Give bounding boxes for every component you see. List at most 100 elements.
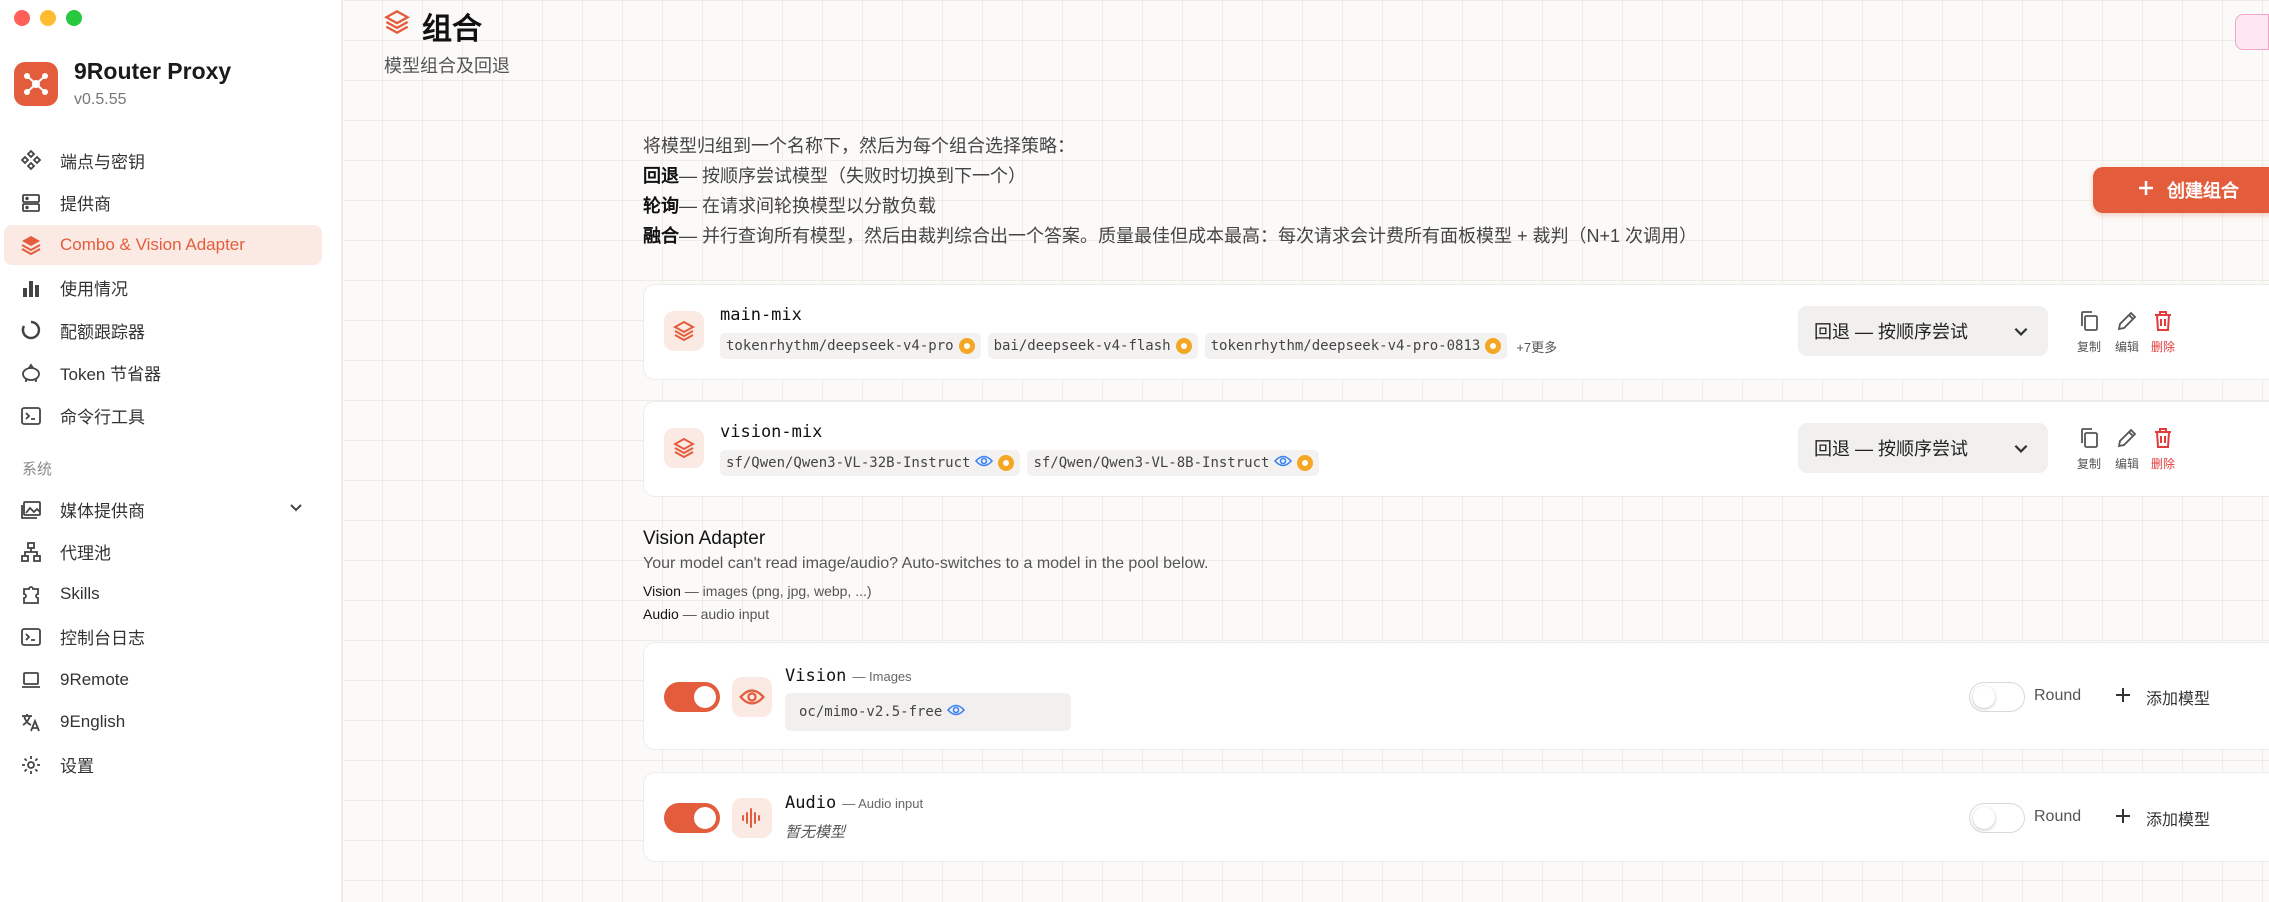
provider-badge-icon	[1297, 455, 1314, 471]
copy-button[interactable]: 复制	[2069, 309, 2109, 355]
piggy-bank-icon	[18, 360, 44, 386]
trash-icon	[2151, 426, 2175, 453]
sidebar-item-9english[interactable]: 9English	[4, 702, 322, 742]
chevron-down-icon	[2012, 439, 2030, 462]
strategy-intro: 将模型归组到一个名称下，然后为每个组合选择策略： 回退— 按顺序尝试模型（失败时…	[643, 131, 1697, 251]
delete-button[interactable]: 删除	[2143, 426, 2183, 472]
model-chip[interactable]: tokenrhythm/deepseek-v4-pro-0813	[1204, 333, 1508, 359]
combo-model-list: tokenrhythm/deepseek-v4-pro bai/deepseek…	[720, 333, 1557, 359]
sidebar-item-label: 命令行工具	[60, 408, 145, 428]
strategy-value: 回退 — 按顺序尝试	[1814, 322, 1969, 342]
adapter-name-text: Audio	[785, 793, 837, 813]
plus-icon	[2114, 807, 2132, 830]
model-chip-label: oc/mimo-v2.5-free	[799, 704, 943, 720]
providers-icon	[18, 190, 44, 216]
maximize-window-button[interactable]	[66, 10, 82, 26]
strategy-select[interactable]: 回退 — 按顺序尝试	[1798, 306, 2048, 356]
model-chip[interactable]: bai/deepseek-v4-flash	[987, 333, 1198, 359]
combo-card: main-mix tokenrhythm/deepseek-v4-pro bai…	[643, 284, 2269, 380]
combo-model-list: sf/Qwen/Qwen3-VL-32B-Instruct sf/Qwen/Qw…	[720, 450, 1320, 476]
corner-action-button[interactable]	[2235, 14, 2269, 50]
eye-icon	[1274, 454, 1293, 472]
model-chip[interactable]: sf/Qwen/Qwen3-VL-32B-Instruct	[720, 450, 1021, 476]
audio-round-toggle[interactable]	[1969, 803, 2025, 833]
sidebar-item-quota[interactable]: 配额跟踪器	[4, 310, 322, 350]
sidebar-item-label: 9English	[60, 712, 126, 732]
sidebar-item-endpoints[interactable]: 端点与密钥	[4, 140, 322, 180]
model-chip-label: tokenrhythm/deepseek-v4-pro-0813	[1210, 338, 1481, 354]
laptop-icon	[18, 667, 44, 693]
vision-model-pool: oc/mimo-v2.5-free	[785, 693, 1071, 731]
audio-desc: — audio input	[678, 606, 770, 622]
brand: 9Router Proxy v0.5.55	[14, 58, 231, 109]
sidebar: 9Router Proxy v0.5.55 端点与密钥 提供商 Combo & …	[0, 0, 342, 902]
provider-badge-icon	[998, 455, 1015, 471]
sidebar-item-skills[interactable]: Skills	[4, 574, 322, 614]
plus-icon	[2114, 686, 2132, 709]
audio-round-label: Round	[2034, 808, 2082, 825]
close-window-button[interactable]	[14, 10, 30, 26]
fusion-term: 融合	[643, 226, 679, 246]
sidebar-item-media[interactable]: 媒体提供商	[4, 489, 322, 529]
console-icon	[18, 624, 44, 650]
model-chip[interactable]: tokenrhythm/deepseek-v4-pro	[720, 333, 981, 359]
sidebar-item-providers[interactable]: 提供商	[4, 183, 322, 223]
page-title: 组合	[383, 4, 510, 48]
strategy-value: 回退 — 按顺序尝试	[1814, 439, 1969, 459]
create-combo-button[interactable]: 创建组合	[2093, 167, 2269, 213]
pencil-icon	[2115, 309, 2139, 336]
chevron-down-icon[interactable]	[288, 499, 304, 520]
edit-button[interactable]: 编辑	[2107, 426, 2147, 472]
vision-round-toggle[interactable]	[1969, 682, 2025, 712]
sidebar-item-label: 设置	[60, 757, 94, 777]
edit-button[interactable]: 编辑	[2107, 309, 2147, 355]
delete-label: 删除	[2150, 457, 2175, 471]
provider-badge-icon	[1485, 338, 1502, 354]
more-models-link[interactable]: +7更多	[1516, 337, 1557, 356]
add-model-label: 添加模型	[2146, 812, 2211, 829]
sidebar-item-token-saver[interactable]: Token 节省器	[4, 353, 322, 393]
sidebar-item-console-logs[interactable]: 控制台日志	[4, 617, 322, 657]
copy-icon	[2077, 309, 2101, 336]
sidebar-item-cli[interactable]: 命令行工具	[4, 396, 322, 436]
model-chip[interactable]: sf/Qwen/Qwen3-VL-8B-Instruct	[1027, 450, 1320, 476]
edit-label: 编辑	[2114, 457, 2139, 471]
pencil-icon	[2115, 426, 2139, 453]
vision-adapter-name: Vision — Images	[785, 666, 912, 686]
eye-icon	[975, 454, 994, 472]
audio-add-model-button[interactable]: 添加模型	[2114, 806, 2210, 830]
sidebar-item-proxy-pool[interactable]: 代理池	[4, 532, 322, 572]
delete-button[interactable]: 删除	[2143, 309, 2183, 355]
vision-adapter-title: Vision Adapter	[643, 528, 766, 549]
audio-enable-toggle[interactable]	[664, 803, 720, 833]
eye-icon	[732, 677, 772, 717]
app-version: v0.5.55	[74, 91, 127, 108]
translate-icon	[18, 709, 44, 735]
vision-add-model-button[interactable]: 添加模型	[2114, 685, 2210, 709]
adapter-tag: — Images	[852, 669, 912, 684]
minimize-window-button[interactable]	[40, 10, 56, 26]
sidebar-section-label: 系统	[22, 461, 53, 479]
copy-label: 复制	[2076, 340, 2101, 354]
strategy-select[interactable]: 回退 — 按顺序尝试	[1798, 423, 2048, 473]
model-chip[interactable]: oc/mimo-v2.5-free	[793, 699, 971, 725]
copy-button[interactable]: 复制	[2069, 426, 2109, 472]
sidebar-item-usage[interactable]: 使用情况	[4, 268, 322, 308]
intro-fallback: 回退— 按顺序尝试模型（失败时切换到下一个）	[643, 161, 1697, 191]
audio-adapter-name: Audio — Audio input	[785, 793, 923, 813]
vision-enable-toggle[interactable]	[664, 682, 720, 712]
intro-line: 将模型归组到一个名称下，然后为每个组合选择策略：	[643, 136, 1075, 156]
sidebar-item-settings[interactable]: 设置	[4, 745, 322, 785]
sidebar-item-label: 代理池	[60, 544, 111, 564]
model-chip-label: tokenrhythm/deepseek-v4-pro	[726, 338, 954, 354]
combo-card: vision-mix sf/Qwen/Qwen3-VL-32B-Instruct…	[643, 401, 2269, 497]
sidebar-item-9remote[interactable]: 9Remote	[4, 660, 322, 700]
sidebar-item-label: 9Remote	[60, 669, 129, 689]
bar-chart-icon	[18, 275, 44, 301]
sidebar-nav: 端点与密钥 提供商 Combo & Vision Adapter 使用情况 配额…	[4, 140, 322, 787]
sidebar-item-combo[interactable]: Combo & Vision Adapter	[4, 225, 322, 266]
vision-term: Vision	[643, 583, 681, 599]
add-model-label: 添加模型	[2146, 691, 2211, 708]
sidebar-item-label: Token 节省器	[60, 365, 162, 385]
vision-round-label: Round	[2034, 687, 2082, 704]
